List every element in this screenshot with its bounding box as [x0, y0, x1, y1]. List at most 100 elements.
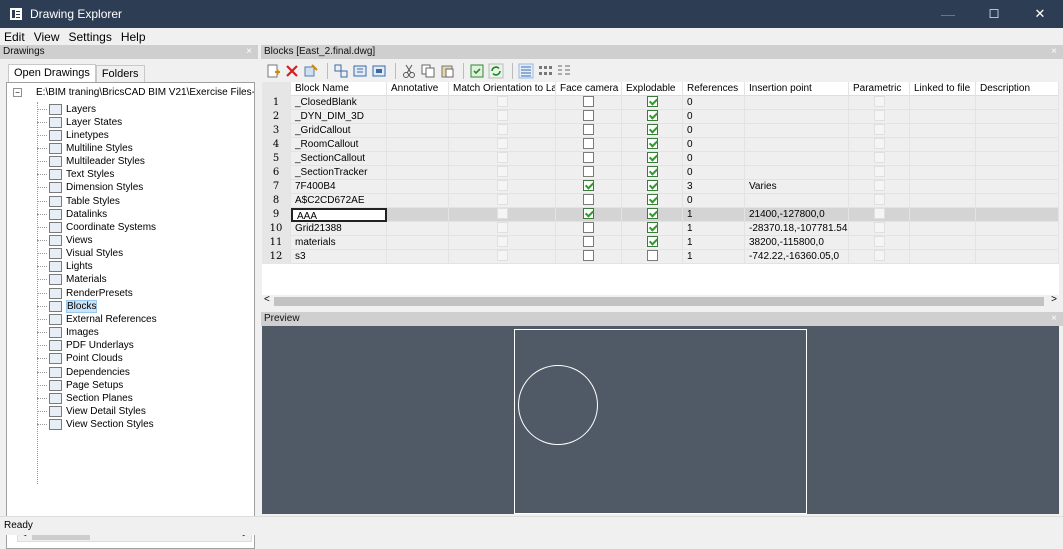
column-header-linked-to-file[interactable]: Linked to file	[910, 82, 976, 96]
tree-item-external-references[interactable]: External References	[37, 313, 157, 325]
column-header-explodable[interactable]: Explodable	[622, 82, 683, 96]
list-view-icon[interactable]	[556, 63, 572, 79]
checkbox[interactable]	[583, 152, 594, 163]
checkbox[interactable]	[646, 152, 658, 163]
cut-icon[interactable]	[401, 63, 417, 79]
tree-item-views[interactable]: Views	[37, 235, 93, 247]
checkbox[interactable]	[583, 138, 594, 149]
tree-item-pdf-underlays[interactable]: PDF Underlays	[37, 340, 134, 352]
column-header-face-camera[interactable]: Face camera	[556, 82, 622, 96]
collapse-toggle[interactable]: −	[13, 87, 22, 97]
scroll-left-arrow-icon[interactable]: <	[264, 294, 270, 305]
parametric-cell[interactable]	[849, 250, 910, 264]
checkbox[interactable]	[646, 208, 658, 219]
table-row[interactable]: 6 _SectionTracker 0	[262, 166, 1059, 180]
tab-folders[interactable]: Folders	[95, 65, 145, 82]
block-name-cell[interactable]: materials	[291, 236, 387, 250]
scroll-right-arrow-icon[interactable]: >	[1051, 294, 1057, 305]
explodable-cell[interactable]	[622, 236, 683, 250]
match-orientation-cell[interactable]	[449, 110, 556, 124]
table-row[interactable]: 4 _RoomCallout 0	[262, 138, 1059, 152]
table-row[interactable]: 3 _GridCallout 0	[262, 124, 1059, 138]
preview-panel-close-button[interactable]: ×	[1051, 312, 1057, 326]
tree-item-layers[interactable]: Layers	[37, 103, 96, 115]
parametric-cell[interactable]	[849, 222, 910, 236]
checkbox[interactable]	[646, 180, 658, 191]
details-view-icon[interactable]	[518, 63, 534, 79]
checkbox[interactable]	[646, 166, 658, 177]
drawings-panel-close-button[interactable]: ×	[246, 45, 252, 59]
tree-item-datalinks[interactable]: Datalinks	[37, 208, 107, 220]
face-camera-cell[interactable]	[556, 138, 622, 152]
tree-item-materials[interactable]: Materials	[37, 274, 107, 286]
column-header-block-name[interactable]: Block Name	[291, 82, 387, 96]
table-row[interactable]: 1 _ClosedBlank 0	[262, 96, 1059, 110]
face-camera-cell[interactable]	[556, 222, 622, 236]
drawings-tree[interactable]: − E:\BIM traning\BricsCAD BIM V21\Exercis…	[6, 82, 255, 549]
face-camera-cell[interactable]	[556, 194, 622, 208]
face-camera-cell[interactable]	[556, 208, 622, 222]
face-camera-cell[interactable]	[556, 96, 622, 110]
new-block-icon[interactable]	[265, 63, 281, 79]
tree-item-coordinate-systems[interactable]: Coordinate Systems	[37, 221, 156, 233]
checkbox[interactable]	[646, 138, 658, 149]
column-header-match-orientation-to-la-[interactable]: Match Orientation to La...	[449, 82, 556, 96]
checkbox[interactable]	[646, 110, 658, 121]
parametric-cell[interactable]	[849, 96, 910, 110]
block-name-cell[interactable]: 7F400B4	[291, 180, 387, 194]
parametric-cell[interactable]	[849, 166, 910, 180]
column-header-rownum[interactable]	[262, 82, 291, 96]
tree-item-renderpresets[interactable]: RenderPresets	[37, 287, 133, 299]
block-name-cell[interactable]: _SectionCallout	[291, 152, 387, 166]
copy-icon[interactable]	[420, 63, 436, 79]
block-name-cell[interactable]: _ClosedBlank	[291, 96, 387, 110]
face-camera-cell[interactable]	[556, 236, 622, 250]
face-camera-cell[interactable]	[556, 180, 622, 194]
tree-item-lights[interactable]: Lights	[37, 261, 93, 273]
match-orientation-cell[interactable]	[449, 180, 556, 194]
menu-settings[interactable]: Settings	[68, 30, 111, 44]
checkbox[interactable]	[583, 194, 594, 205]
icon-view-icon[interactable]	[537, 63, 553, 79]
parametric-cell[interactable]	[849, 110, 910, 124]
tree-item-dependencies[interactable]: Dependencies	[37, 366, 130, 378]
match-orientation-cell[interactable]	[449, 222, 556, 236]
column-header-description[interactable]: Description	[976, 82, 1059, 96]
checkbox[interactable]	[646, 250, 658, 261]
face-camera-cell[interactable]	[556, 250, 622, 264]
parametric-cell[interactable]	[849, 138, 910, 152]
match-orientation-cell[interactable]	[449, 250, 556, 264]
explodable-cell[interactable]	[622, 194, 683, 208]
table-row[interactable]: 5 _SectionCallout 0	[262, 152, 1059, 166]
table-row[interactable]: 12 s3 1 -742.22,-16360.05,0	[262, 250, 1059, 264]
explodable-cell[interactable]	[622, 124, 683, 138]
checkbox[interactable]	[646, 124, 658, 135]
column-header-annotative[interactable]: Annotative	[387, 82, 449, 96]
checkbox[interactable]	[646, 194, 658, 205]
explodable-cell[interactable]	[622, 138, 683, 152]
table-row[interactable]: 10Grid21388 1-28370.18,-107781.54,75	[262, 222, 1059, 236]
match-orientation-cell[interactable]	[449, 166, 556, 180]
checkbox[interactable]	[583, 250, 594, 261]
tree-item-view-detail-styles[interactable]: View Detail Styles	[37, 405, 146, 417]
insert-block-icon[interactable]	[333, 63, 349, 79]
blocks-panel-close-button[interactable]: ×	[1051, 45, 1057, 59]
edit-block-icon[interactable]	[352, 63, 368, 79]
refresh-icon[interactable]	[488, 63, 504, 79]
delete-icon[interactable]	[284, 63, 300, 79]
tree-item-text-styles[interactable]: Text Styles	[37, 169, 114, 181]
tree-item-table-styles[interactable]: Table Styles	[37, 195, 120, 207]
explodable-cell[interactable]	[622, 222, 683, 236]
tab-open-drawings[interactable]: Open Drawings	[8, 64, 96, 82]
select-in-drawing-icon[interactable]	[469, 63, 485, 79]
explodable-cell[interactable]	[622, 180, 683, 194]
checkbox[interactable]	[583, 208, 594, 219]
explodable-cell[interactable]	[622, 96, 683, 110]
explodable-cell[interactable]	[622, 208, 683, 222]
tree-item-multiline-styles[interactable]: Multiline Styles	[37, 142, 133, 154]
explodable-cell[interactable]	[622, 110, 683, 124]
tree-item-page-setups[interactable]: Page Setups	[37, 379, 123, 391]
checkbox[interactable]	[583, 96, 594, 107]
explodable-cell[interactable]	[622, 152, 683, 166]
purge-icon[interactable]	[303, 63, 319, 79]
